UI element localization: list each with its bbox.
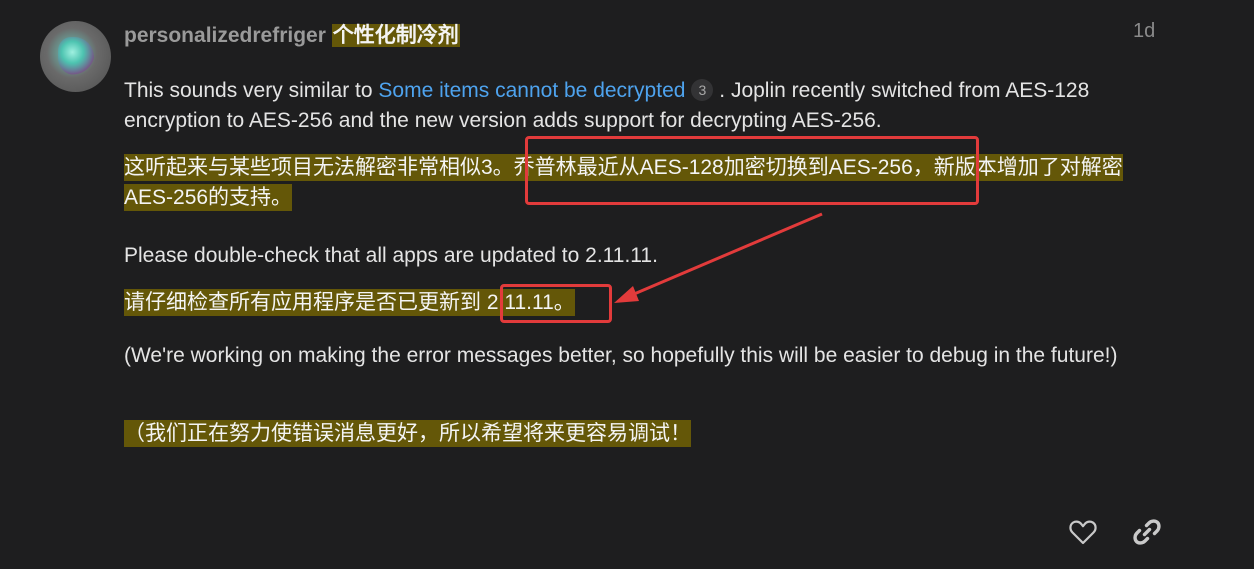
link-icon[interactable] xyxy=(1131,516,1163,548)
heart-icon[interactable] xyxy=(1067,516,1099,548)
annotation-arrow xyxy=(614,212,823,303)
